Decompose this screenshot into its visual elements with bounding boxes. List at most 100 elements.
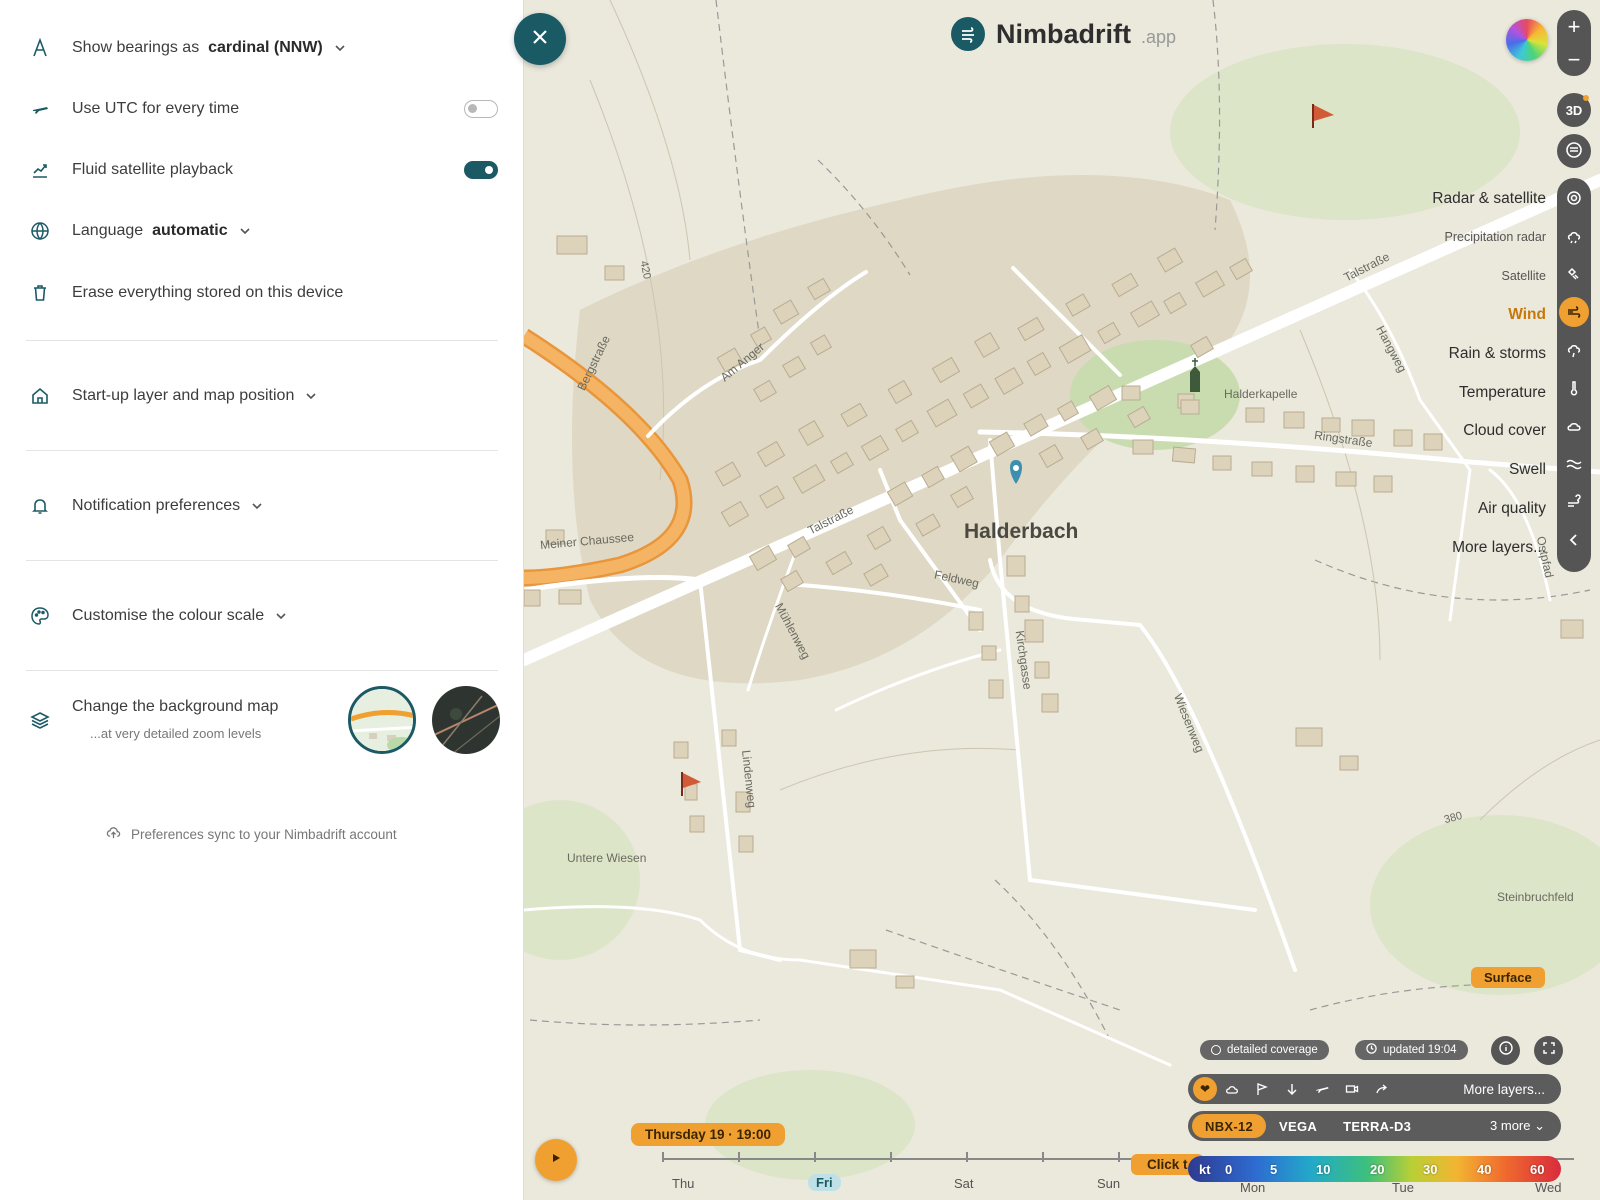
air-quality-icon[interactable] xyxy=(1564,492,1584,512)
cloud-icon[interactable] xyxy=(1564,416,1584,436)
map-canvas[interactable]: Halderbach Halderkapelle Ringstraße Tals… xyxy=(524,0,1600,1200)
model-option-terra-d3[interactable]: TERRA-D3 xyxy=(1330,1114,1424,1138)
timeline-day-label[interactable]: Mon xyxy=(1240,1180,1265,1195)
legend-value: 5 xyxy=(1270,1161,1278,1177)
wind-icon[interactable] xyxy=(1559,297,1589,327)
app-logo-icon xyxy=(951,17,985,51)
play-button[interactable] xyxy=(535,1139,577,1181)
layer-label-precipitation-radar[interactable]: Precipitation radar xyxy=(1445,230,1546,244)
current-time-label: Thursday 19 · 19:00 xyxy=(631,1123,786,1146)
divider xyxy=(26,450,498,451)
timeline-tick xyxy=(1118,1152,1120,1162)
layer-label-more-layers[interactable]: More layers... xyxy=(1452,539,1546,557)
layer-label-satellite[interactable]: Satellite xyxy=(1502,269,1546,283)
chevron-down-icon xyxy=(304,389,318,403)
clock-icon xyxy=(1366,1043,1377,1057)
timeline-day-label[interactable]: Tue xyxy=(1392,1180,1414,1195)
model-option-nbx12[interactable]: NBX-12 xyxy=(1192,1114,1267,1138)
layer-label-swell[interactable]: Swell xyxy=(1509,461,1546,479)
surface-level-badge[interactable]: Surface xyxy=(1471,967,1545,988)
wind-speed-legend[interactable]: kt 0 5 10 20 30 40 60 xyxy=(1188,1156,1561,1182)
layer-label-air-quality[interactable]: Air quality xyxy=(1478,500,1546,518)
heart-icon[interactable]: ❤ xyxy=(1193,1077,1217,1101)
erase-data-setting[interactable]: Erase everything stored on this device xyxy=(0,281,524,305)
zoom-in-button[interactable]: + xyxy=(1568,14,1581,40)
timeline-tick xyxy=(1042,1152,1044,1162)
place-label-town: Halderbach xyxy=(964,520,1079,543)
map-style-thumbnail-satellite[interactable] xyxy=(432,686,500,754)
close-settings-button[interactable] xyxy=(514,13,566,65)
legend-value: 60 xyxy=(1530,1161,1545,1177)
layer-label-temperature[interactable]: Temperature xyxy=(1459,384,1546,402)
cloud-icon[interactable] xyxy=(1217,1080,1247,1098)
legend-value: 0 xyxy=(1225,1161,1233,1177)
coverage-chip[interactable]: detailed coverage xyxy=(1200,1040,1329,1060)
bearings-label: Show bearings as cardinal (NNW) xyxy=(72,39,347,57)
more-layers-button[interactable]: More layers... xyxy=(1463,1082,1545,1097)
status-dot xyxy=(1583,95,1589,101)
webcam-icon[interactable] xyxy=(1337,1080,1367,1098)
more-models-button[interactable]: 3 more ⌄ xyxy=(1490,1118,1545,1134)
trend-chart-icon xyxy=(29,159,51,181)
utc-toggle[interactable] xyxy=(464,100,498,118)
timeline-day-label[interactable]: Wed xyxy=(1535,1180,1562,1195)
divider xyxy=(26,560,498,561)
fluid-playback-toggle[interactable] xyxy=(464,161,498,179)
radar-icon[interactable] xyxy=(1564,188,1584,208)
toggle-3d-button[interactable]: 3D xyxy=(1557,93,1591,127)
updated-chip[interactable]: updated 19:04 xyxy=(1355,1040,1468,1060)
bell-icon xyxy=(29,495,51,517)
swell-icon[interactable] xyxy=(1564,454,1584,474)
share-icon[interactable] xyxy=(1367,1080,1397,1098)
coverage-chip-label: detailed coverage xyxy=(1227,1044,1318,1056)
timeline-day-label[interactable]: Sat xyxy=(954,1176,974,1191)
airplane-icon xyxy=(29,98,51,120)
rain-icon[interactable] xyxy=(1564,340,1584,360)
bearings-setting[interactable]: Show bearings as cardinal (NNW) xyxy=(0,36,524,60)
app-name: Nimbadrift xyxy=(996,18,1131,49)
timeline-tick xyxy=(890,1152,892,1162)
toggle-3d-label: 3D xyxy=(1565,102,1583,118)
zoom-out-button[interactable]: − xyxy=(1568,47,1581,73)
layer-label-wind[interactable]: Wind xyxy=(1508,306,1546,324)
fullscreen-button[interactable] xyxy=(1534,1036,1563,1065)
layer-label-cloud-cover[interactable]: Cloud cover xyxy=(1463,422,1546,440)
model-option-vega[interactable]: VEGA xyxy=(1266,1114,1330,1138)
info-button[interactable] xyxy=(1491,1036,1520,1065)
precipitation-radar-icon[interactable] xyxy=(1564,226,1584,246)
arrow-down-icon[interactable] xyxy=(1277,1080,1307,1098)
satellite-icon[interactable] xyxy=(1564,264,1584,284)
map-style-thumbnail-street[interactable] xyxy=(348,686,416,754)
close-icon xyxy=(531,28,549,51)
timeline-day-label[interactable]: Thu xyxy=(672,1176,694,1191)
place-label-steinbruchfeld: Steinbruchfeld xyxy=(1497,890,1574,904)
filter-icon xyxy=(1565,141,1583,162)
layer-label-rain[interactable]: Rain & storms xyxy=(1449,345,1546,363)
airplane-icon[interactable] xyxy=(1307,1080,1337,1098)
chevron-down-icon xyxy=(333,41,347,55)
chevron-down-icon xyxy=(274,609,288,623)
home-icon xyxy=(29,385,51,407)
legend-unit: kt xyxy=(1199,1161,1211,1177)
timeline-day-label[interactable]: Sun xyxy=(1097,1176,1120,1191)
layers-icon xyxy=(29,709,51,731)
background-map-label: Change the background map xyxy=(72,698,279,715)
thermometer-icon[interactable] xyxy=(1564,378,1584,398)
language-setting[interactable]: Language automatic xyxy=(0,219,524,243)
place-label-untere-wiesen: Untere Wiesen xyxy=(567,851,647,865)
timeline-day-label-today[interactable]: Fri xyxy=(808,1174,841,1191)
flag-icon[interactable] xyxy=(1247,1080,1277,1098)
legend-value: 40 xyxy=(1477,1161,1492,1177)
layer-label-radar[interactable]: Radar & satellite xyxy=(1432,190,1546,208)
app-domain: .app xyxy=(1141,26,1177,47)
filter-button[interactable] xyxy=(1557,134,1591,168)
color-wheel-button[interactable] xyxy=(1506,19,1548,61)
fluid-playback-label: Fluid satellite playback xyxy=(72,161,233,178)
fullscreen-icon xyxy=(1542,1041,1556,1060)
cloud-sync-icon xyxy=(106,825,121,843)
divider xyxy=(26,340,498,341)
notification-setting[interactable]: Notification preferences xyxy=(0,494,524,518)
startup-setting[interactable]: Start-up layer and map position xyxy=(0,384,524,408)
chevron-left-icon[interactable] xyxy=(1564,530,1584,550)
colour-scale-setting[interactable]: Customise the colour scale xyxy=(0,604,524,628)
